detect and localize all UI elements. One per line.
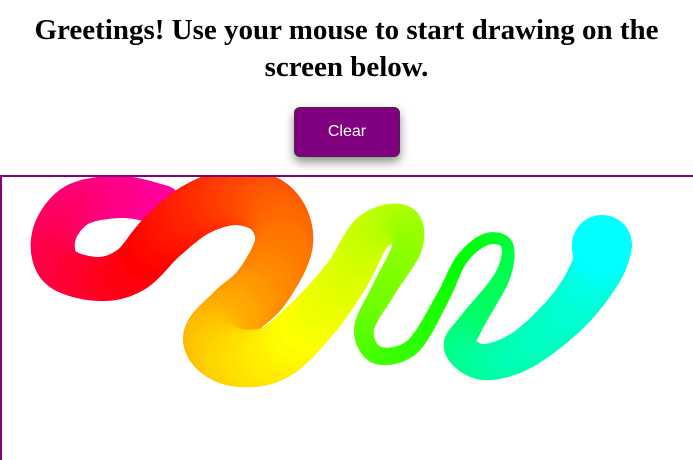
page-heading: Greetings! Use your mouse to start drawi… [34, 14, 659, 83]
stroke-segment [572, 215, 632, 275]
clear-button[interactable]: Clear [294, 107, 400, 157]
brush-stroke [30, 177, 632, 388]
drawing-canvas[interactable] [0, 175, 693, 460]
drawing-surface [30, 177, 632, 388]
